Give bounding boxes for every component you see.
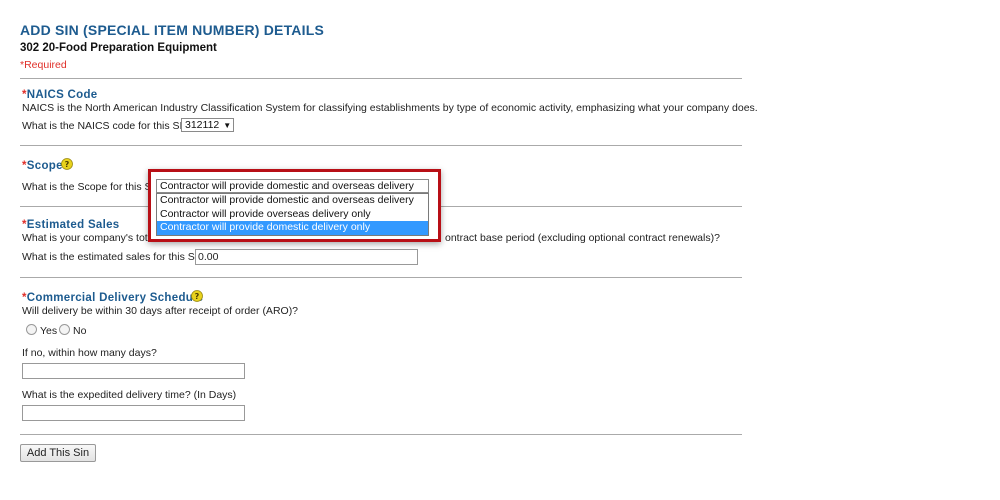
sales-title-label: Estimated Sales	[26, 219, 120, 231]
yes-label: Yes	[40, 325, 58, 337]
help-icon[interactable]: ?	[61, 158, 73, 170]
sin-subtitle: 302 20-Food Preparation Equipment	[20, 42, 217, 54]
expedited-label: What is the expedited delivery time? (In…	[22, 389, 237, 401]
help-icon[interactable]: ?	[191, 290, 203, 302]
sales-description-right: ontract base period (excluding optional …	[445, 232, 720, 244]
delivery-section-title: *Commercial Delivery Schedule	[22, 292, 203, 304]
svg-text:?: ?	[195, 292, 200, 301]
page-title: ADD SIN (SPECIAL ITEM NUMBER) DETAILS	[20, 22, 324, 38]
divider	[20, 277, 742, 278]
naics-question: What is the NAICS code for this SIN?	[22, 120, 196, 132]
delivery-yes-option[interactable]: Yes	[26, 324, 57, 337]
required-note: *Required	[20, 59, 67, 71]
add-this-sin-button[interactable]: Add This Sin	[20, 444, 96, 462]
divider	[20, 145, 742, 146]
naics-select[interactable]: 312112 ▼	[181, 118, 234, 132]
scope-question: What is the Scope for this SIN?	[22, 181, 156, 193]
divider	[20, 434, 742, 435]
no-label: No	[73, 325, 87, 337]
no-radio[interactable]	[59, 324, 70, 335]
naics-title-label: NAICS Code	[26, 89, 98, 101]
yes-radio[interactable]	[26, 324, 37, 335]
delivery-question: Will delivery be within 30 days after re…	[22, 305, 299, 317]
scope-title-label: Scope	[26, 160, 63, 172]
delivery-title-label: Commercial Delivery Schedule	[26, 292, 204, 304]
naics-select-value: 312112	[185, 119, 220, 131]
sales-question: What is the estimated sales for this SIN…	[22, 251, 212, 263]
days-label: If no, within how many days?	[22, 347, 157, 359]
scope-section-title: *Scope	[22, 160, 63, 172]
sales-description-left: What is your company's total	[22, 232, 156, 244]
delivery-no-option[interactable]: No	[59, 324, 86, 337]
svg-text:?: ?	[65, 160, 70, 169]
days-input[interactable]	[22, 363, 245, 379]
naics-section-title: *NAICS Code	[22, 89, 98, 101]
annotation-highlight-frame	[148, 169, 441, 242]
chevron-down-icon: ▼	[223, 121, 232, 130]
divider	[20, 78, 742, 79]
naics-description: NAICS is the North American Industry Cla…	[22, 102, 758, 114]
expedited-input[interactable]	[22, 405, 245, 421]
sales-section-title: *Estimated Sales	[22, 219, 120, 231]
estimated-sales-input[interactable]: 0.00	[195, 249, 418, 265]
